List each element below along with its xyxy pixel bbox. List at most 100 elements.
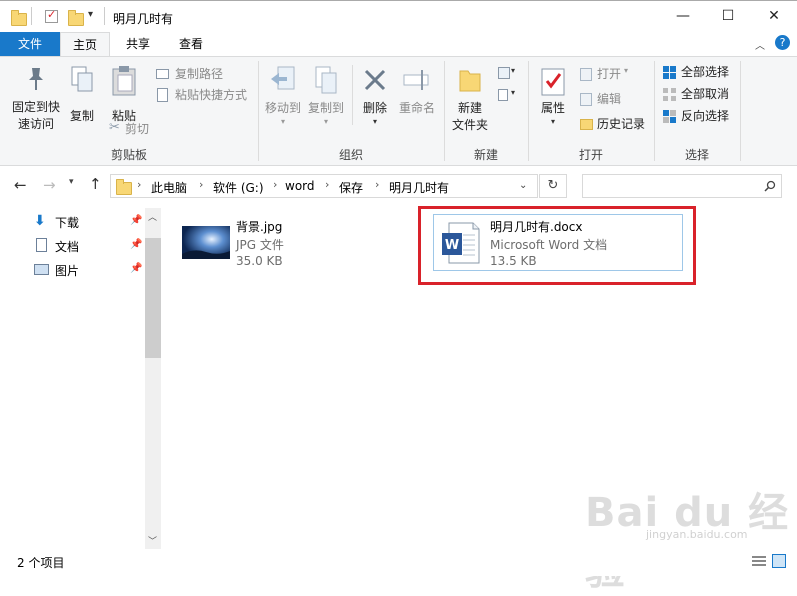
minimize-button[interactable]: — — [660, 1, 706, 31]
ribbon-separator — [352, 65, 353, 125]
nav-item-pictures[interactable]: 图片 📌 — [30, 260, 145, 280]
open-button[interactable]: 打开 ▾ — [578, 66, 652, 83]
clipboard-group-label: 剪贴板 — [110, 148, 147, 162]
copy-path-icon — [156, 69, 169, 79]
pin-icon[interactable]: 📌 — [130, 215, 142, 226]
up-arrow-icon[interactable]: ↑ — [89, 175, 102, 193]
copy-path-button[interactable]: 复制路径 — [156, 66, 256, 83]
paste-shortcut-label: 粘贴快捷方式 — [175, 88, 248, 102]
history-label: 历史记录 — [597, 117, 646, 131]
nav-item-downloads[interactable]: ⬇ 下载 📌 — [30, 212, 145, 232]
scroll-down-chevron-icon[interactable]: ﹀ — [148, 534, 157, 547]
chevron-down-icon: ▾ — [280, 117, 285, 126]
cut-label: 剪切 — [125, 122, 150, 136]
tab-share[interactable]: 共享 — [114, 32, 162, 56]
pin-icon[interactable]: 📌 — [130, 239, 142, 250]
pin-icon — [29, 68, 43, 90]
navigation-pane: ⬇ 下载 📌 文档 📌 图片 📌 — [0, 206, 145, 549]
new-item-button[interactable]: ▾ — [496, 65, 520, 83]
nav-item-label: 下载 — [55, 216, 80, 230]
invert-selection-icon — [663, 110, 676, 123]
breadcrumb-chevron-icon[interactable]: › — [325, 178, 329, 191]
select-all-icon — [663, 66, 676, 79]
copy-label: 复制 — [69, 109, 94, 123]
address-box[interactable]: › 此电脑 › 软件 (G:) › word › 保存 › 明月几时有 ⌄ — [110, 174, 538, 198]
move-to-icon — [271, 66, 295, 90]
breadcrumb-word[interactable]: word — [285, 179, 315, 193]
address-dropdown-chevron-icon[interactable]: ⌄ — [519, 180, 527, 191]
window-title: 明月几时有 — [113, 12, 174, 26]
nav-pane-scrollbar[interactable]: ︿ ﹀ — [145, 208, 161, 550]
breadcrumb-chevron-icon[interactable]: › — [199, 178, 203, 191]
breadcrumb-chevron-icon[interactable]: › — [137, 178, 141, 191]
breadcrumb-save[interactable]: 保存 — [339, 179, 363, 196]
open-group-label: 打开 — [578, 148, 603, 162]
easy-access-button[interactable]: ▾ — [496, 87, 520, 105]
document-icon — [36, 238, 47, 252]
folder-icon — [11, 10, 27, 26]
nav-item-label: 图片 — [55, 264, 80, 278]
baidu-watermark-url: jingyan.baidu.com — [646, 528, 748, 541]
select-all-button[interactable]: 全部选择 — [661, 64, 741, 82]
back-arrow-icon[interactable]: ← — [14, 176, 27, 194]
edit-button[interactable]: 编辑 — [578, 91, 652, 108]
select-none-button[interactable]: 全部取消 — [661, 86, 741, 104]
new-folder-icon — [459, 70, 481, 92]
search-input[interactable] — [582, 174, 782, 198]
tab-view[interactable]: 查看 — [166, 32, 216, 56]
chevron-down-icon: ▾ — [550, 117, 555, 126]
nav-item-label: 文档 — [55, 240, 80, 254]
maximize-button[interactable]: ☐ — [705, 1, 751, 31]
invert-selection-label: 反向选择 — [681, 109, 730, 123]
delete-x-icon — [364, 69, 386, 91]
copy-path-label: 复制路径 — [175, 67, 224, 81]
download-arrow-icon: ⬇ — [34, 213, 46, 229]
customize-quick-access-icon[interactable]: ▾ — [88, 9, 93, 20]
select-none-label: 全部取消 — [681, 87, 730, 101]
properties-quick-icon[interactable]: ✓ — [45, 8, 58, 23]
file-size: 35.0 KB — [236, 254, 283, 268]
breadcrumb-chevron-icon[interactable]: › — [273, 178, 277, 191]
ribbon-separator — [740, 61, 741, 161]
paste-shortcut-icon — [157, 88, 168, 102]
details-view-icon[interactable] — [752, 556, 766, 568]
picture-icon — [34, 264, 49, 275]
nav-item-documents[interactable]: 文档 📌 — [30, 236, 145, 256]
refresh-button[interactable]: ↻ — [539, 174, 567, 198]
file-item-background-jpg[interactable]: 背景.jpg JPG 文件 35.0 KB — [179, 216, 409, 268]
tab-file[interactable]: 文件 — [0, 32, 60, 56]
pin-icon[interactable]: 📌 — [130, 263, 142, 274]
title-separator — [104, 7, 105, 25]
large-icons-view-icon[interactable] — [772, 554, 786, 568]
easy-access-icon — [498, 89, 508, 101]
chevron-down-icon: ▾ — [372, 117, 377, 126]
breadcrumb-this-pc[interactable]: 此电脑 — [151, 179, 187, 196]
delete-label: 删除 — [362, 101, 387, 115]
title-bar: ✓ ▾ 明月几时有 — ☐ ✕ — [0, 0, 797, 33]
scroll-up-chevron-icon[interactable]: ︿ — [148, 210, 157, 223]
invert-selection-button[interactable]: 反向选择 — [661, 108, 741, 126]
ribbon: 固定到快 速访问 复制 粘贴 复制路径 粘贴快捷方式 ✂ 剪切 剪贴板 移动到 … — [0, 56, 797, 166]
rename-icon — [403, 70, 429, 90]
tab-home[interactable]: 主页 — [60, 32, 110, 56]
close-button[interactable]: ✕ — [751, 1, 797, 31]
help-icon[interactable]: ? — [775, 35, 790, 50]
breadcrumb-drive-g[interactable]: 软件 (G:) — [213, 179, 264, 196]
file-type: JPG 文件 — [236, 238, 284, 252]
status-bar: 2 个项目 — [0, 549, 797, 576]
breadcrumb-current-folder[interactable]: 明月几时有 — [389, 179, 449, 196]
forward-arrow-icon[interactable]: → — [43, 176, 56, 194]
new-folder-quick-icon[interactable] — [68, 10, 84, 26]
open-icon — [580, 68, 592, 81]
collapse-ribbon-icon[interactable]: ︿ — [755, 37, 765, 52]
history-button[interactable]: 历史记录 — [578, 116, 656, 133]
select-all-label: 全部选择 — [681, 65, 730, 79]
scrollbar-thumb[interactable] — [145, 238, 161, 358]
cut-button[interactable]: ✂ 剪切 — [108, 120, 158, 138]
ribbon-tabs: 文件 主页 共享 查看 ︿ ? — [0, 32, 797, 56]
new-group-label: 新建 — [473, 148, 498, 162]
breadcrumb-chevron-icon[interactable]: › — [375, 178, 379, 191]
paste-shortcut-button[interactable]: 粘贴快捷方式 — [156, 87, 256, 104]
recent-locations-chevron-icon[interactable]: ▾ — [69, 177, 74, 187]
history-icon — [580, 119, 593, 130]
